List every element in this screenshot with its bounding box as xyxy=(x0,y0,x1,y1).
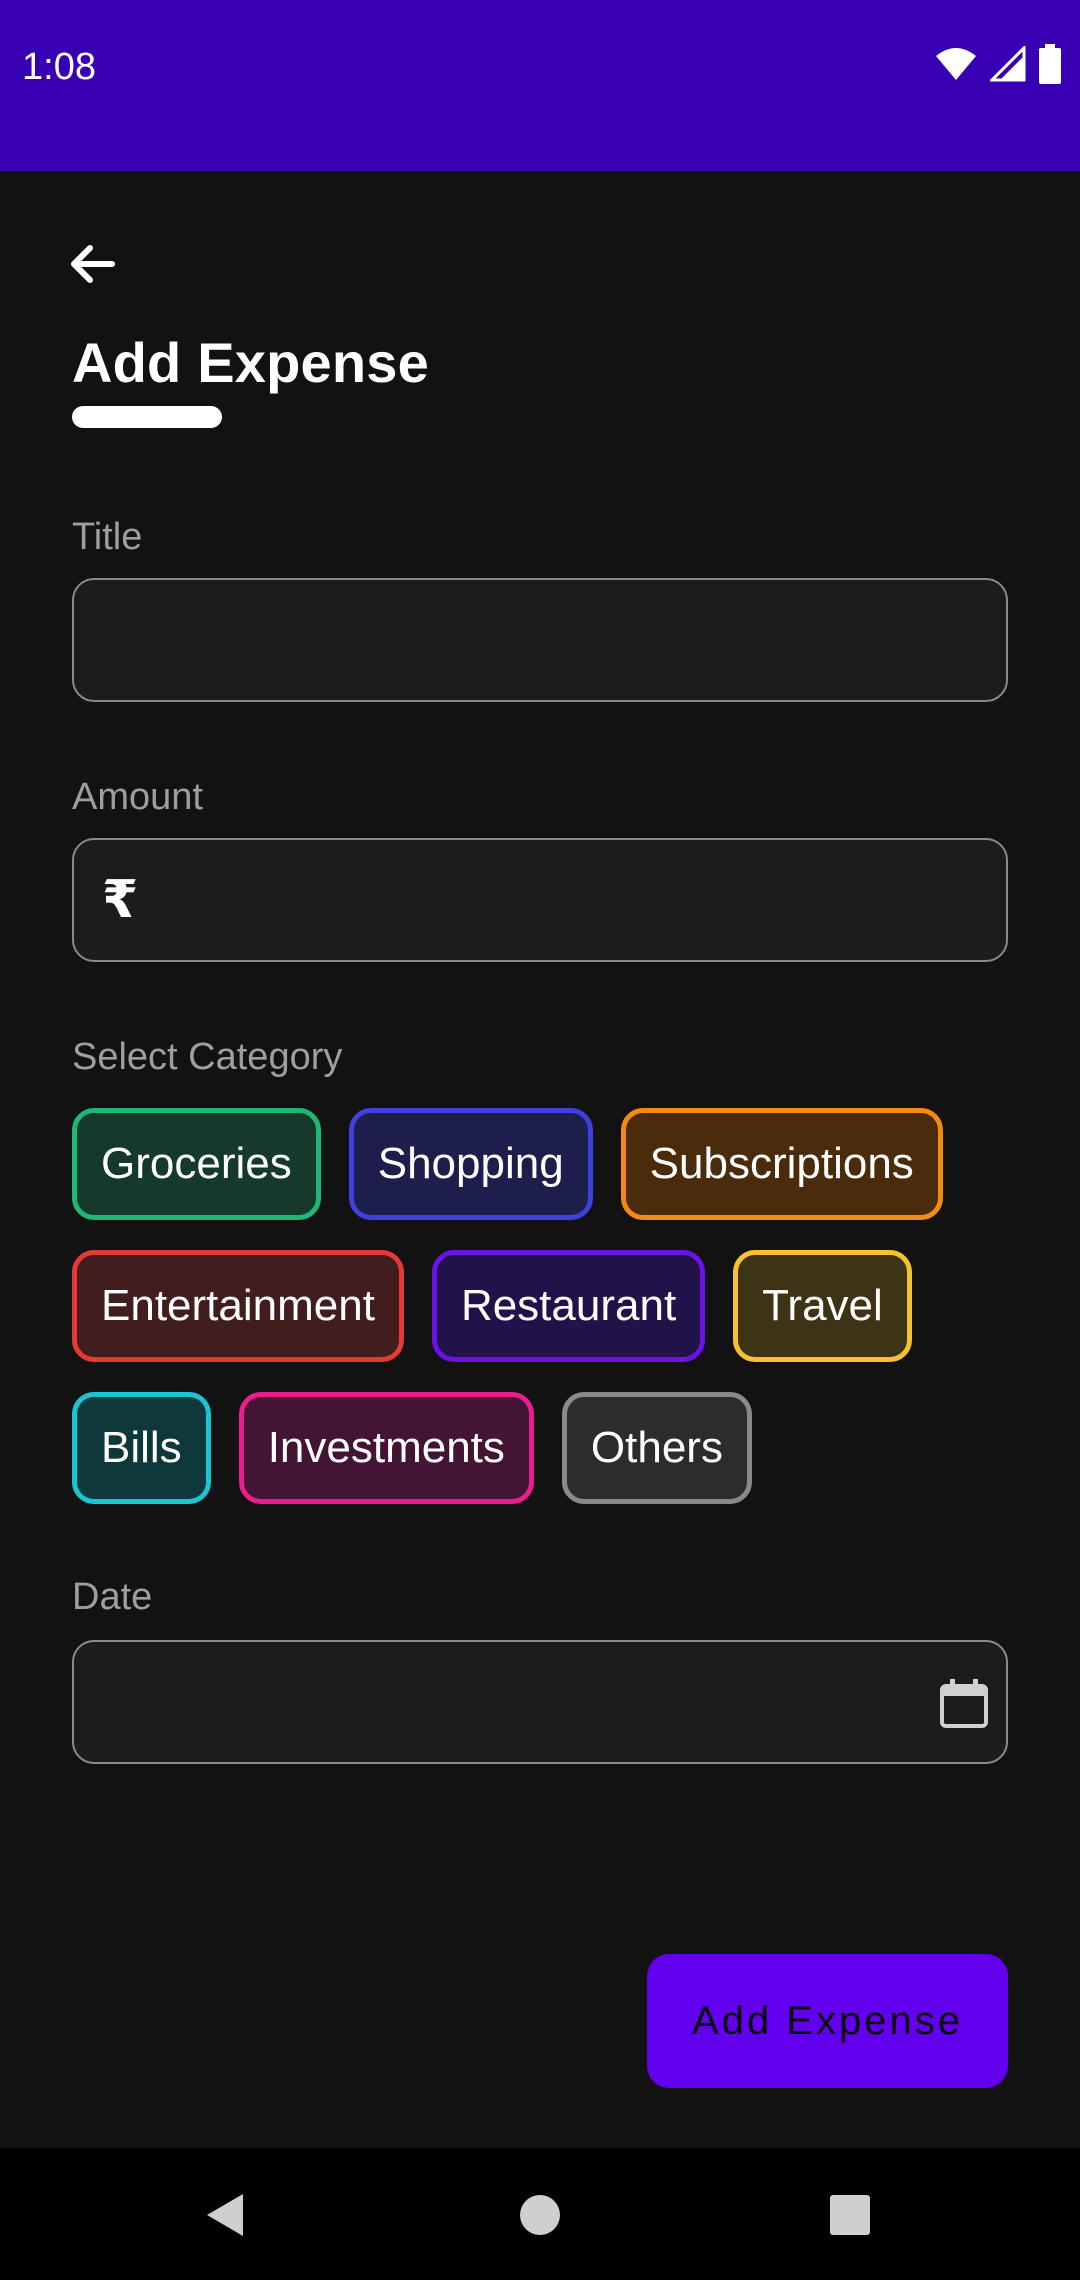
add-expense-button[interactable]: Add Expense xyxy=(647,1954,1008,2088)
title-input[interactable] xyxy=(74,580,1006,700)
title-underline xyxy=(72,406,222,428)
chip-row: Bills Investments Others xyxy=(72,1392,1012,1504)
chip-row: Groceries Shopping Subscriptions xyxy=(72,1108,1012,1220)
date-field[interactable] xyxy=(72,1640,1008,1764)
amount-input[interactable] xyxy=(144,840,1006,960)
back-triangle-icon[interactable] xyxy=(203,2192,249,2238)
battery-icon xyxy=(1039,44,1061,84)
home-circle-icon[interactable] xyxy=(517,2192,563,2238)
amount-label: Amount xyxy=(72,776,203,818)
category-label: Select Category xyxy=(72,1036,343,1078)
category-chips: Groceries Shopping Subscriptions Enterta… xyxy=(72,1108,1012,1534)
wifi-icon xyxy=(936,48,976,80)
chip-shopping[interactable]: Shopping xyxy=(348,1108,593,1220)
title-field[interactable] xyxy=(72,578,1008,702)
cellular-signal-icon xyxy=(990,46,1026,82)
date-input[interactable] xyxy=(74,1642,1006,1762)
chip-investments[interactable]: Investments xyxy=(238,1392,534,1504)
chip-restaurant[interactable]: Restaurant xyxy=(431,1250,706,1362)
title-label: Title xyxy=(72,516,143,558)
navigation-bar xyxy=(0,2148,1080,2280)
amount-field[interactable]: ₹ xyxy=(72,838,1008,962)
chip-row: Entertainment Restaurant Travel xyxy=(72,1250,1012,1362)
page-title: Add Expense xyxy=(72,331,429,394)
chip-subscriptions[interactable]: Subscriptions xyxy=(620,1108,943,1220)
status-time: 1:08 xyxy=(22,46,96,88)
chip-entertainment[interactable]: Entertainment xyxy=(72,1250,404,1362)
rupee-icon: ₹ xyxy=(102,871,139,929)
chip-others[interactable]: Others xyxy=(561,1392,752,1504)
status-bar: 1:08 xyxy=(0,0,1080,171)
arrow-left-icon xyxy=(71,245,115,283)
chip-groceries[interactable]: Groceries xyxy=(72,1108,321,1220)
chip-bills[interactable]: Bills xyxy=(72,1392,211,1504)
recents-square-icon[interactable] xyxy=(827,2192,873,2238)
calendar-icon[interactable] xyxy=(936,1676,992,1732)
back-button[interactable] xyxy=(60,232,124,296)
chip-travel[interactable]: Travel xyxy=(733,1250,912,1362)
status-icons xyxy=(934,44,1062,84)
date-label: Date xyxy=(72,1576,153,1618)
